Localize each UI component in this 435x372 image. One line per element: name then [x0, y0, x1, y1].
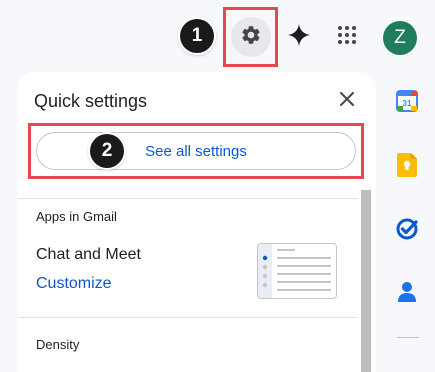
section-divider [18, 317, 358, 318]
side-panel-divider [397, 337, 419, 338]
customize-link[interactable]: Customize [36, 275, 112, 293]
density-label: Density [36, 337, 80, 352]
calendar-day-text: 31 [403, 99, 412, 108]
apps-grid-icon [337, 25, 357, 50]
quick-settings-panel: Quick settings See all settings 2 Apps i… [18, 72, 376, 372]
gemini-button[interactable] [286, 23, 312, 52]
step-badge-2: 2 [90, 134, 124, 168]
layout-preview-icon [258, 244, 331, 298]
panel-title: Quick settings [34, 91, 148, 111]
top-bar: 1 Z [0, 0, 435, 72]
calendar-icon: 31 [396, 90, 418, 112]
tasks-icon [396, 218, 418, 240]
account-avatar[interactable]: Z [383, 21, 417, 55]
side-panel: 31 [383, 72, 435, 361]
gear-icon [240, 24, 262, 51]
chat-and-meet-label: Chat and Meet [36, 246, 141, 263]
see-all-highlight-box: See all settings [28, 123, 364, 179]
step-badge-1: 1 [180, 19, 214, 53]
panel-scrollbar[interactable] [361, 190, 371, 372]
close-icon [340, 91, 354, 111]
apps-grid-button[interactable] [335, 25, 359, 49]
contacts-icon [398, 282, 416, 302]
section-divider [18, 198, 358, 199]
keep-app-button[interactable] [395, 152, 419, 178]
calendar-app-button[interactable]: 31 [395, 89, 419, 113]
contacts-app-button[interactable] [395, 280, 419, 304]
tasks-app-button[interactable] [395, 217, 419, 241]
keep-icon [397, 153, 417, 177]
see-all-settings-button[interactable]: See all settings [36, 132, 356, 170]
close-button[interactable] [336, 90, 358, 112]
sparkle-icon [287, 23, 311, 52]
chat-layout-preview [257, 243, 337, 299]
settings-button[interactable] [230, 17, 271, 57]
settings-highlight-box [223, 7, 278, 67]
apps-in-gmail-label: Apps in Gmail [36, 209, 117, 224]
